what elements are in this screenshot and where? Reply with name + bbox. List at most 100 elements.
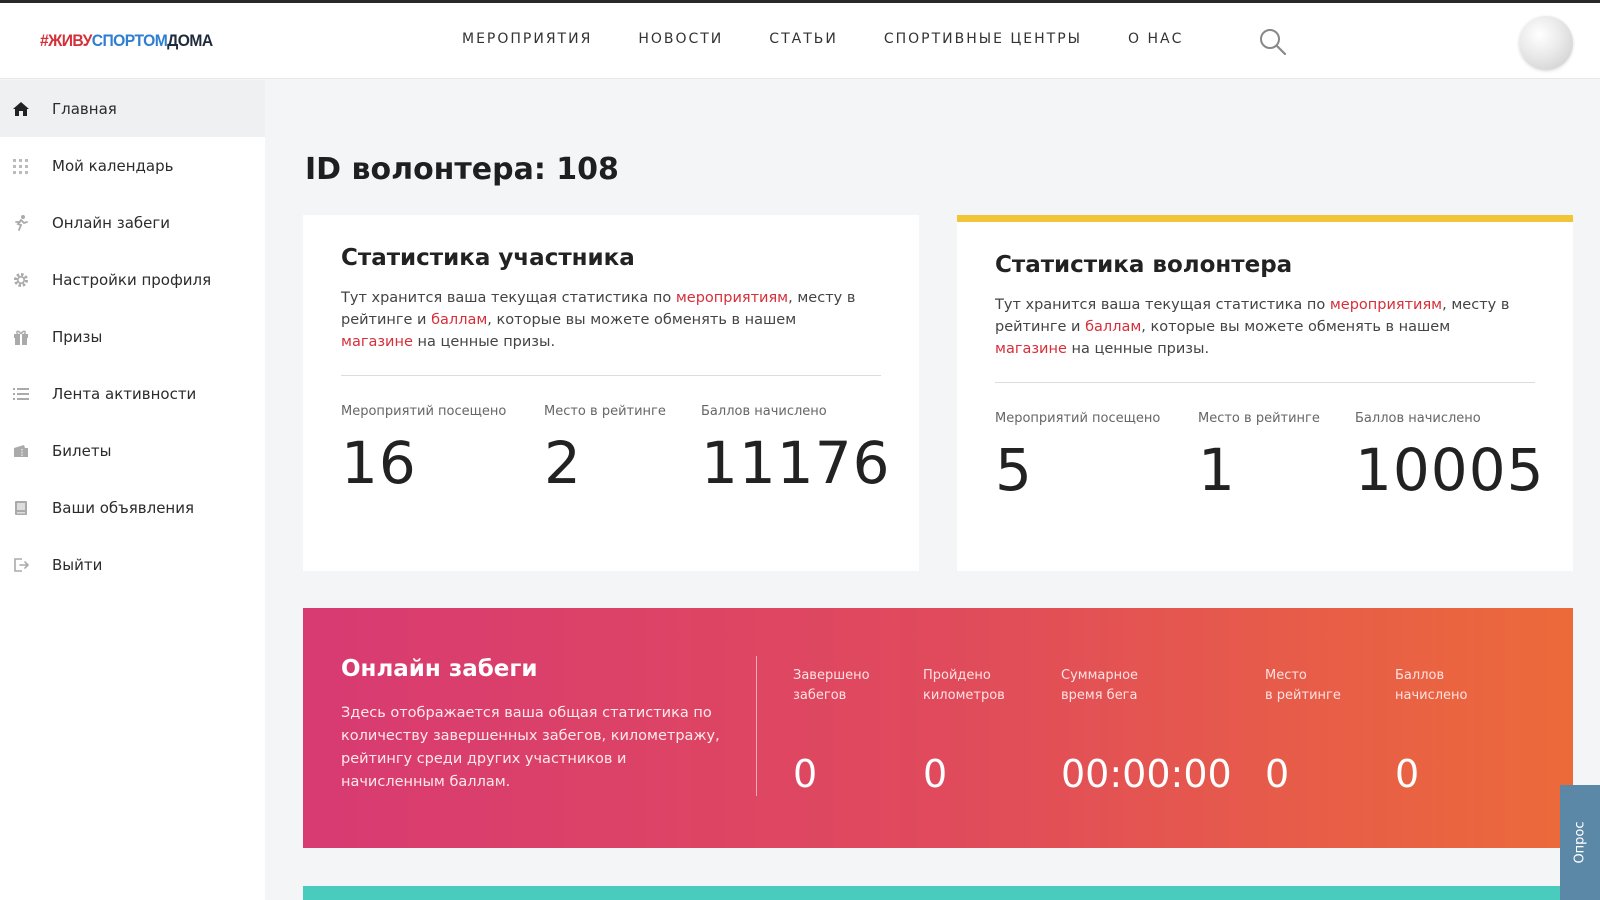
points-link[interactable]: баллам: [1085, 319, 1141, 335]
sidebar-item-calendar[interactable]: Мой календарь: [0, 137, 265, 194]
shop-link[interactable]: магазине: [341, 334, 413, 350]
sidebar-item-home[interactable]: Главная: [0, 80, 265, 137]
sidebar-item-label: Лента активности: [52, 384, 197, 403]
desc-text: , которые вы можете обменять в нашем: [487, 312, 797, 328]
stat-value: 11176: [701, 429, 891, 497]
stat-points: Баллов начислено 11176: [701, 404, 891, 497]
nav-news[interactable]: Новости: [638, 31, 723, 47]
card-description: Тут хранится ваша текущая статистика по …: [341, 287, 861, 353]
stat-label: Баллов начислено: [701, 404, 827, 419]
sidebar-item-logout[interactable]: Выйти: [0, 536, 265, 593]
main-content: ID волонтера: 108 Статистика участника Т…: [265, 80, 1600, 900]
sidebar-item-label: Онлайн забеги: [52, 213, 170, 232]
search-icon[interactable]: [1258, 27, 1288, 57]
desc-text: на ценные призы.: [1066, 341, 1210, 357]
runs-title: Онлайн забеги: [341, 656, 538, 682]
top-navigation: Мероприятия Новости Статьи Спортивные це…: [462, 31, 1229, 47]
sidebar-item-online-runs[interactable]: Онлайн забеги: [0, 194, 265, 251]
stat-value: 0: [1395, 752, 1420, 796]
stat-value: 16: [341, 429, 417, 497]
avatar[interactable]: [1519, 16, 1573, 70]
calendar-icon: [10, 155, 32, 177]
events-link[interactable]: мероприятиям: [676, 290, 788, 306]
stat-label: Баллов начислено: [1355, 411, 1481, 426]
divider: [995, 382, 1535, 383]
sidebar-item-label: Билеты: [52, 441, 112, 460]
volunteer-stats-card: Статистика волонтера Тут хранится ваша т…: [957, 215, 1573, 571]
ticket-icon: [10, 440, 32, 462]
desc-text: Тут хранится ваша текущая статистика по: [341, 290, 676, 306]
nav-about[interactable]: О нас: [1128, 31, 1183, 47]
nav-events[interactable]: Мероприятия: [462, 31, 592, 47]
stats-row: Мероприятий посещено 5 Место в рейтинге …: [995, 411, 1544, 531]
logout-icon: [10, 554, 32, 576]
gift-icon: [10, 326, 32, 348]
sidebar-item-label: Призы: [52, 327, 103, 346]
top-header: #ЖИВУСПОРТОМДОМА Мероприятия Новости Ста…: [0, 3, 1600, 79]
poll-tab[interactable]: Опрос: [1560, 785, 1600, 900]
desc-text: Тут хранится ваша текущая статистика по: [995, 297, 1330, 313]
sidebar-item-tickets[interactable]: Билеты: [0, 422, 265, 479]
divider: [756, 656, 757, 796]
card-description: Тут хранится ваша текущая статистика по …: [995, 294, 1515, 360]
sidebar-item-profile-settings[interactable]: Настройки профиля: [0, 251, 265, 308]
desc-text: на ценные призы.: [412, 334, 556, 350]
stat-label: Баллов начислено: [1395, 668, 1468, 703]
home-icon: [10, 98, 32, 120]
sidebar-item-label: Ваши объявления: [52, 498, 195, 517]
online-runs-panel: Онлайн забеги Здесь отображается ваша об…: [303, 608, 1573, 848]
stat-value: 0: [793, 752, 818, 796]
runs-stat-km: Пройдено километров 0: [923, 666, 1005, 796]
stat-value: 5: [995, 436, 1033, 504]
divider: [341, 375, 881, 376]
sidebar-item-label: Выйти: [52, 555, 103, 574]
sidebar-item-label: Мой календарь: [52, 156, 174, 175]
sidebar-item-prizes[interactable]: Призы: [0, 308, 265, 365]
sidebar-item-activity-feed[interactable]: Лента активности: [0, 365, 265, 422]
stat-value: 2: [544, 429, 582, 497]
stat-points: Баллов начислено 10005: [1355, 411, 1545, 504]
stat-value: 1: [1198, 436, 1236, 504]
sidebar-item-label: Главная: [52, 99, 117, 118]
runs-stat-total-time: Суммарное время бега 00:00:00: [1061, 666, 1232, 796]
gear-icon: [10, 269, 32, 291]
stat-label: Место в рейтинге: [1198, 411, 1320, 426]
runs-stat-points: Баллов начислено 0: [1395, 666, 1468, 796]
nav-articles[interactable]: Статьи: [769, 31, 838, 47]
events-link[interactable]: мероприятиям: [1330, 297, 1442, 313]
runner-icon: [10, 212, 32, 234]
list-icon: [10, 383, 32, 405]
stat-label: Мероприятий посещено: [341, 404, 507, 419]
stat-value: 00:00:00: [1061, 752, 1232, 796]
stat-rating-place: Место в рейтинге 2: [544, 404, 666, 497]
logo-part-1: #ЖИВУ: [40, 31, 92, 50]
next-panel-edge: [303, 886, 1573, 900]
stat-value: 0: [923, 752, 948, 796]
card-title: Статистика участника: [341, 245, 635, 271]
site-logo[interactable]: #ЖИВУСПОРТОМДОМА: [40, 31, 213, 51]
desc-text: , которые вы можете обменять в нашем: [1141, 319, 1451, 335]
stat-value: 10005: [1355, 436, 1545, 504]
logo-part-3: ДОМА: [167, 31, 213, 50]
sidebar-item-your-ads[interactable]: Ваши объявления: [0, 479, 265, 536]
logo-part-2: СПОРТОМ: [91, 31, 168, 50]
stat-label: Мероприятий посещено: [995, 411, 1161, 426]
stat-rating-place: Место в рейтинге 1: [1198, 411, 1320, 504]
poll-tab-label: Опрос: [1572, 821, 1588, 864]
stat-label: Суммарное время бега: [1061, 668, 1139, 703]
stat-events-attended: Мероприятий посещено 5: [995, 411, 1160, 504]
nav-sport-centers[interactable]: Спортивные центры: [884, 31, 1082, 47]
shop-link[interactable]: магазине: [995, 341, 1067, 357]
stat-label: Место в рейтинге: [544, 404, 666, 419]
notepad-icon: [10, 497, 32, 519]
runs-stat-rating-place: Место в рейтинге 0: [1265, 666, 1341, 796]
runs-stat-completed: Завершено забегов 0: [793, 666, 870, 796]
stat-label: Завершено забегов: [793, 668, 870, 703]
sidebar-item-label: Настройки профиля: [52, 270, 212, 289]
participant-stats-card: Статистика участника Тут хранится ваша т…: [303, 215, 919, 571]
points-link[interactable]: баллам: [431, 312, 487, 328]
stat-label: Место в рейтинге: [1265, 668, 1341, 703]
sidebar: Главная Мой календарь Онлайн забеги Наст…: [0, 80, 265, 900]
stat-label: Пройдено километров: [923, 668, 1005, 703]
stat-value: 0: [1265, 752, 1290, 796]
